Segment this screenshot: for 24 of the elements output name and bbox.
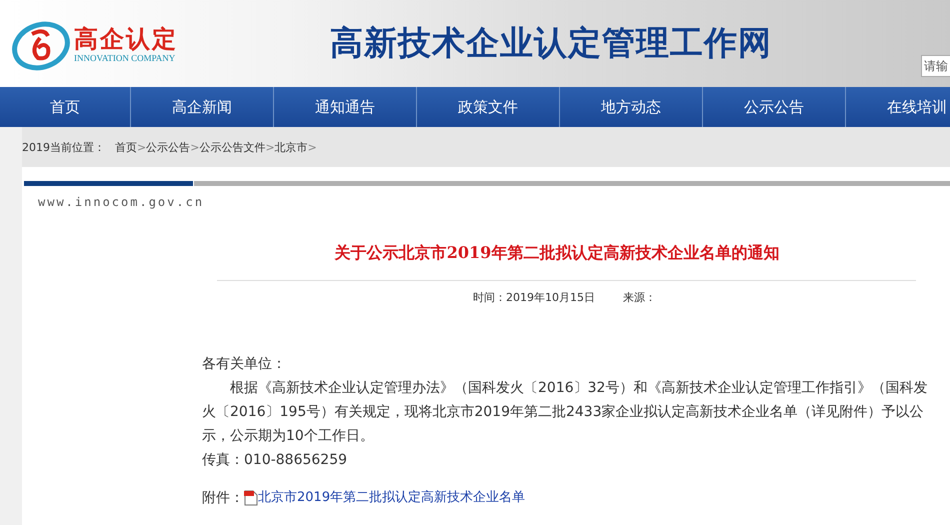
breadcrumb-link[interactable]: 公示公告 xyxy=(146,140,190,154)
attachment-label: 附件： xyxy=(202,489,244,508)
breadcrumb-separator: > xyxy=(190,140,200,154)
site-title: 高新技术企业认定管理工作网 xyxy=(330,22,772,64)
search-field[interactable]: 请输 xyxy=(921,55,950,77)
publish-date: 2019年10月15日 xyxy=(506,290,595,305)
time-label: 时间： xyxy=(473,290,506,305)
logo-name: 高企认定 xyxy=(74,24,178,52)
breadcrumb-link[interactable]: 首页 xyxy=(115,140,137,154)
body-paragraph: 根据《高新技术企业认定管理办法》（国科发火〔2016〕32号）和《高新技术企业认定管理工作指引》（国科发火〔2016〕195号）有关规定，现将北京市2019年第二批2433家企业拟认定高新技术企业名单（详见附件）予以公示，公示期为10个工作日。 xyxy=(202,379,928,446)
fax-text: 传真：010-88656259 xyxy=(202,451,348,470)
source-label: 来源： xyxy=(623,290,656,305)
pdf-file-icon xyxy=(244,490,258,506)
breadcrumb-link[interactable]: 北京市 xyxy=(274,140,308,154)
logo-subtitle: INNOVATION COMPANY xyxy=(74,52,176,62)
site-url: www.innocom.gov.cn xyxy=(38,195,204,209)
article-title: 关于公示北京市2019年第二批拟认定高新技术企业名单的通知 xyxy=(333,243,780,264)
breadcrumb-link[interactable]: 公示公告文件 xyxy=(199,140,266,154)
breadcrumb-label: 2019当前位置： xyxy=(22,140,105,154)
breadcrumb-separator: > xyxy=(137,140,146,154)
attachment-link[interactable]: 北京市2019年第二批拟认定高新技术企业名单 xyxy=(258,486,526,510)
breadcrumb-separator: > xyxy=(308,140,317,154)
salutation: 各有关单位： xyxy=(202,355,287,374)
breadcrumb-separator: > xyxy=(265,140,275,154)
